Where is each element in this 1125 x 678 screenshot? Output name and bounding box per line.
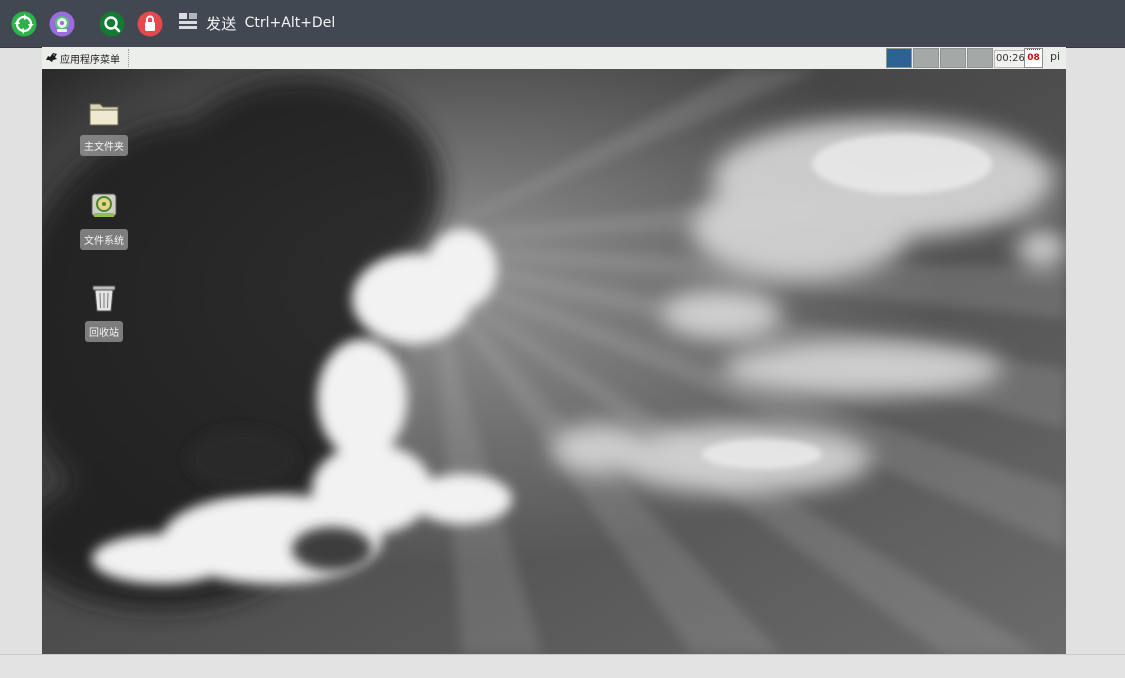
desktop-icon-label: 回收站 [85,321,123,342]
viewer-status-bar [0,654,1125,678]
send-label: 发送 [206,14,237,33]
app-menu-label: 应用程序菜单 [60,54,120,66]
desktop-icon-home[interactable]: 主文件夹 [74,99,134,156]
calendar-day: 08 [1027,53,1040,63]
reconnect-icon[interactable] [11,11,37,37]
workspace-4[interactable] [967,48,993,68]
clock[interactable]: 00:26 [994,50,1027,68]
lock-icon[interactable] [137,11,163,37]
send-ctrl-alt-del-button[interactable]: 发送 Ctrl+Alt+Del [178,12,335,34]
calendar-icon[interactable]: 08 [1024,48,1043,68]
screen-layout-icon [178,11,198,35]
search-icon[interactable] [99,11,125,37]
desktop-icon-label: 主文件夹 [80,135,128,156]
media-icon[interactable] [49,11,75,37]
desktop-wallpaper [42,69,1066,654]
desktop-icon-filesystem[interactable]: 文件系统 [74,191,134,250]
application-menu-button[interactable]: 应用程序菜单 [45,49,129,67]
trash-icon [90,283,118,317]
remote-desktop[interactable]: 应用程序菜单 00:26 08 pi 主文件夹 文件系统 回收站 [42,47,1066,654]
desktop-icon-trash[interactable]: 回收站 [74,283,134,342]
user-label[interactable]: pi [1050,50,1060,63]
folder-icon [88,99,120,131]
app-menu-icon [45,51,58,66]
workspace-3[interactable] [940,48,966,68]
viewer-toolbar: 发送 Ctrl+Alt+Del [0,0,1125,48]
taskbar: 应用程序菜单 00:26 08 pi [42,47,1066,70]
filesystem-icon [89,191,119,225]
desktop-icon-label: 文件系统 [80,229,128,250]
workspace-2[interactable] [913,48,939,68]
workspace-1[interactable] [886,48,912,68]
send-combo: Ctrl+Alt+Del [244,15,336,31]
